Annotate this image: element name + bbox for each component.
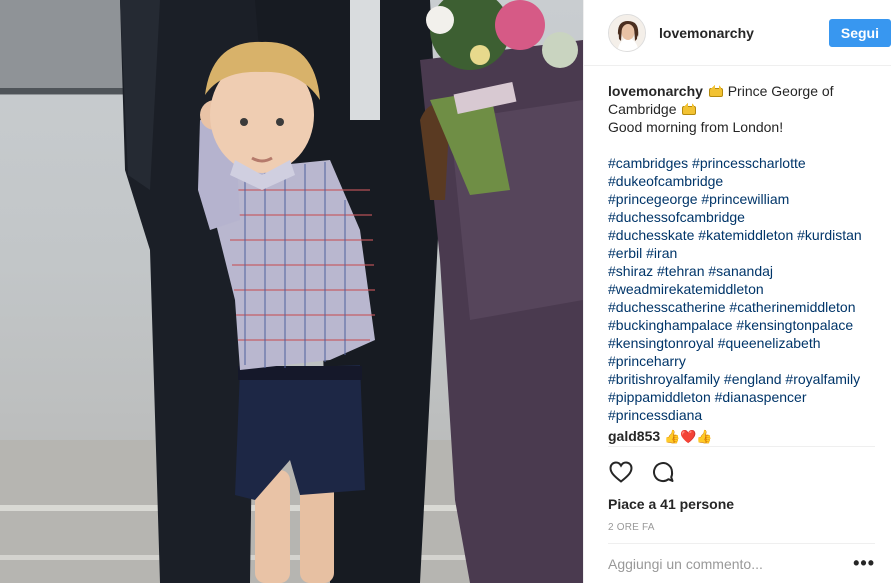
likes-count[interactable]: Piace a 41 persone (608, 496, 875, 512)
hashtag-line[interactable]: #erbil #iran (608, 244, 881, 262)
action-icons (608, 457, 875, 487)
hashtag-list: #cambridges #princesscharlotte #dukeofca… (608, 154, 881, 424)
hashtag-line[interactable]: #pippamiddleton #dianaspencer (608, 388, 881, 406)
comments-list[interactable]: lovemonarchy Prince George of Cambridge … (608, 66, 881, 446)
hashtag-line[interactable]: #shiraz #tehran #sanandaj (608, 262, 881, 280)
crown-icon (682, 103, 697, 115)
more-options-icon[interactable]: ••• (853, 553, 875, 574)
comment-username[interactable]: gald853 (608, 428, 660, 444)
caption-text-1: Prince George of (727, 83, 834, 99)
hashtag-line[interactable]: #kensingtonroyal #queenelizabeth (608, 334, 881, 352)
add-comment-bar: ••• (608, 543, 875, 583)
avatar[interactable] (608, 13, 646, 52)
hashtag-line[interactable]: #buckinghampalace #kensingtonpalace (608, 316, 881, 334)
hashtag-line[interactable]: #duchesscatherine #catherinemiddleton (608, 298, 881, 316)
post-username[interactable]: lovemonarchy (659, 25, 829, 41)
post-timestamp[interactable]: 2 ORE FA (608, 522, 875, 533)
avatar-image (609, 14, 645, 51)
post-photo[interactable] (0, 0, 583, 583)
caption: lovemonarchy Prince George of Cambridge … (608, 82, 881, 136)
comment-emojis: 👍❤️👍 (664, 429, 713, 444)
hashtag-line[interactable]: #duchesskate #katemiddleton #kurdistan (608, 226, 881, 244)
hashtag-line[interactable]: #princessdiana (608, 406, 881, 424)
caption-username[interactable]: lovemonarchy (608, 83, 703, 99)
crown-icon (708, 85, 723, 97)
post-sidebar: lovemonarchy Segui lovemonarchy Prince G… (583, 0, 891, 583)
caption-text-2: Cambridge (608, 101, 677, 117)
heart-icon[interactable] (608, 459, 634, 485)
hashtag-line[interactable]: #dukeofcambridge (608, 172, 881, 190)
hashtag-line[interactable]: #duchessofcambridge (608, 208, 881, 226)
post-header: lovemonarchy Segui (584, 0, 891, 66)
comment-input[interactable] (608, 545, 854, 582)
hashtag-line[interactable]: #britishroyalfamily #england #royalfamil… (608, 370, 881, 388)
caption-text-3: Good morning from London! (608, 119, 784, 135)
hashtag-line[interactable]: #weadmirekatemiddleton (608, 280, 881, 298)
comment-item: gald853 👍❤️👍 (608, 427, 881, 445)
hashtag-line[interactable]: #princeharry (608, 352, 881, 370)
hashtag-line[interactable]: #cambridges #princesscharlotte (608, 154, 881, 172)
hashtag-line[interactable]: #princegeorge #princewilliam (608, 190, 881, 208)
follow-button[interactable]: Segui (828, 18, 891, 47)
comment-icon[interactable] (650, 459, 676, 485)
post-actions: Piace a 41 persone 2 ORE FA (608, 446, 875, 533)
photo-illustration (0, 0, 583, 583)
